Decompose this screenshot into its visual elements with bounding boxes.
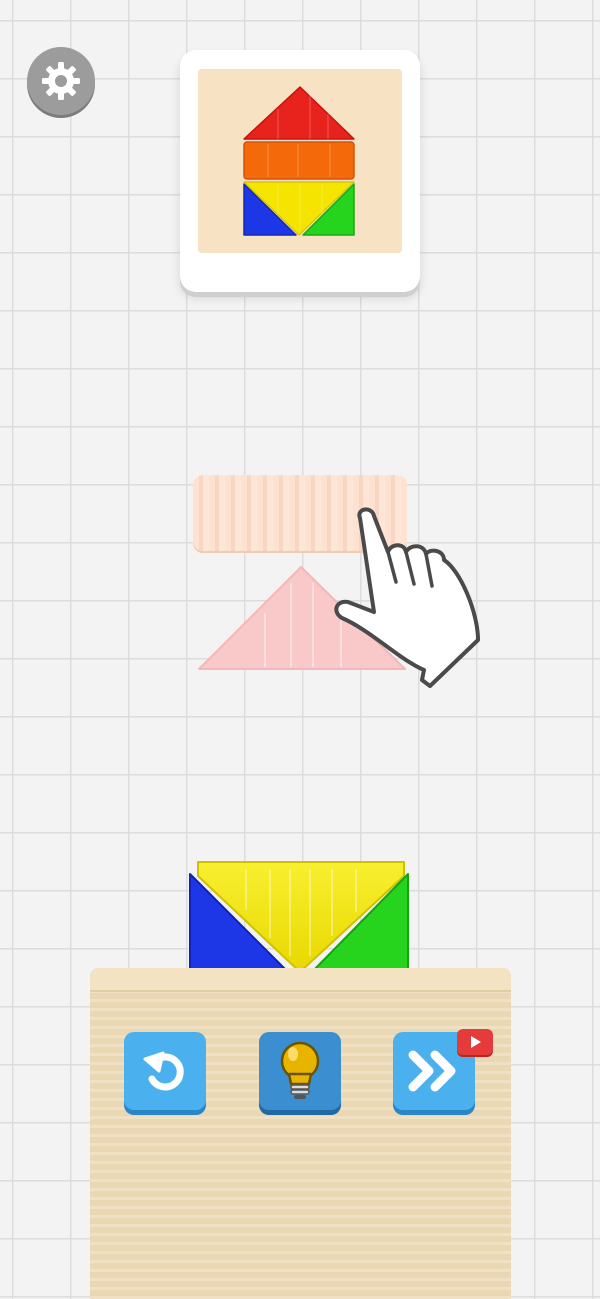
target-preview-card	[180, 50, 420, 292]
placed-pieces-group	[189, 861, 409, 983]
settings-button[interactable]	[27, 47, 95, 115]
watch-ad-badge	[457, 1029, 493, 1055]
target-orange-rectangle	[243, 141, 355, 180]
fast-forward-icon	[408, 1050, 456, 1092]
table-top-edge	[90, 968, 511, 990]
video-play-icon	[471, 1036, 481, 1048]
hand-pointer-icon	[334, 507, 480, 688]
hint-button[interactable]	[259, 1032, 341, 1110]
undo-button[interactable]	[124, 1032, 206, 1110]
lightbulb-icon	[280, 1041, 320, 1099]
target-preview-board	[198, 69, 402, 253]
gear-icon	[42, 62, 80, 100]
undo-icon	[143, 1051, 184, 1091]
target-house-shape	[243, 86, 355, 236]
target-red-triangle	[243, 86, 355, 140]
wooden-table	[90, 968, 511, 1299]
